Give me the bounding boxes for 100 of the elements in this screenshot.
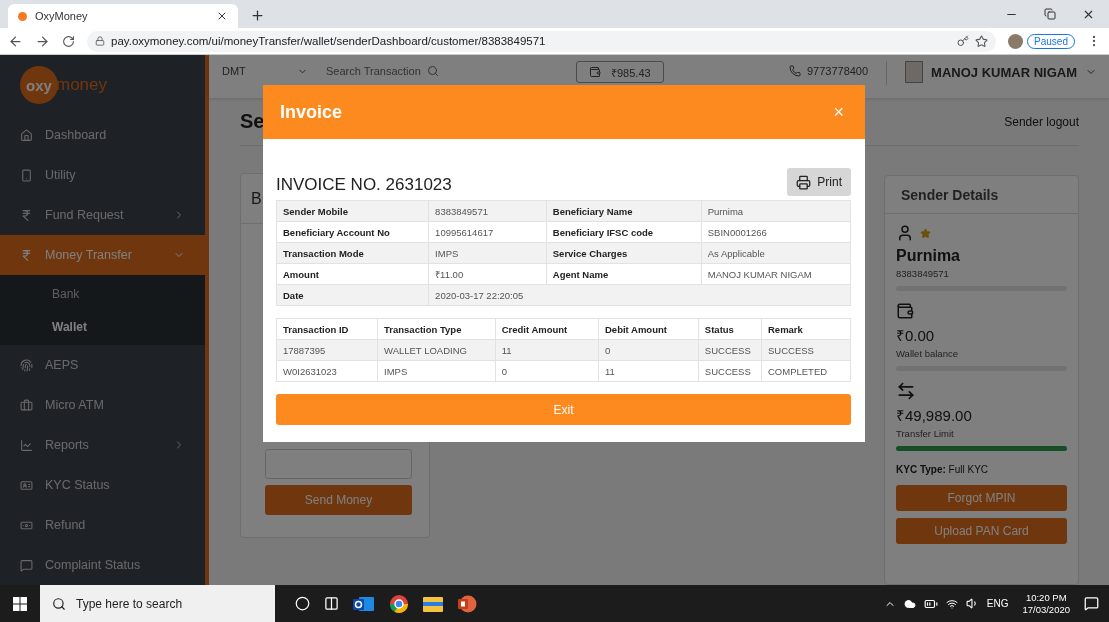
table-cell: 11 [495,339,599,361]
action-button[interactable]: Forgot MPIN [896,485,1067,511]
wallet-amount: ₹0.00 [896,326,936,345]
fingerprint-icon [20,358,33,372]
field-value: 10995614617 [428,221,547,243]
table-cell: SUCCESS [698,339,762,361]
action-button[interactable]: Upload PAN Card [896,518,1067,544]
limit-label: Transfer Limit [896,428,955,439]
column-header: Transaction ID [276,318,378,340]
sender-name: Purnima [896,247,961,265]
sidebar-item[interactable]: Complaint Status [0,545,205,585]
sidebar-item[interactable]: Dashboard [0,115,205,155]
sidebar-item[interactable]: AEPS [0,345,205,385]
url-text: pay.oxymoney.com/ui/moneyTransfer/wallet/senderDashboard/customer/8383849571 [111,35,547,47]
field-label: Sender Mobile [276,200,429,222]
sidebar-item[interactable]: Micro ATM [0,385,205,425]
slides-app-icon[interactable] [457,593,477,614]
chart-icon [20,438,33,452]
rupee-icon [20,208,33,222]
field-label: Beneficiary Name [546,200,702,222]
windows-icon[interactable] [13,596,27,611]
address-bar[interactable]: pay.oxymoney.com/ui/moneyTransfer/wallet/senderDashboard/customer/8383849571 [87,30,997,52]
back-icon[interactable] [8,33,23,49]
exit-button[interactable]: Exit [276,394,851,425]
taskbar-search-field[interactable]: Type here to search [40,585,275,622]
table-cell: 0 [495,360,599,382]
new-tab-icon[interactable] [250,8,265,23]
dialog-title: Invoice [280,101,343,123]
browser-app-icon[interactable] [389,593,409,614]
home-icon [20,128,33,142]
service-select[interactable]: DMT [222,61,308,81]
table-cell: WALLET LOADING [377,339,496,361]
field-label: Beneficiary Account No [276,221,429,243]
language-indicator[interactable]: ENG [986,598,1009,609]
submenu-item[interactable]: Wallet [0,310,205,343]
sidebar-item[interactable]: Utility [0,155,205,195]
field-value: ₹11.00 [428,263,547,285]
field-value: IMPS [428,242,547,264]
wallet-label: Wallet balance [896,348,959,359]
print-button[interactable]: Print [787,168,851,196]
favicon [18,11,27,21]
close-icon[interactable] [216,10,228,22]
phone-icon [788,65,801,77]
wifi-icon[interactable] [945,597,958,610]
transfer-arrows-icon [896,381,916,401]
field-label: Service Charges [546,242,702,264]
logout-link[interactable]: Sender logout [1004,114,1079,129]
key-icon[interactable] [957,35,970,47]
notifications-icon[interactable] [1084,596,1099,611]
sidebar-item[interactable]: Money Transfer [0,235,205,275]
field-label: Date [276,284,429,306]
input-field[interactable] [265,449,412,479]
wallet-icon [896,302,914,320]
cloud-icon[interactable] [903,597,916,610]
field-value: 2020-03-17 22:20:05 [428,284,851,306]
send-money-button[interactable]: Send Money [265,485,412,515]
close-button[interactable]: × [829,101,848,123]
logo-text: money [56,75,108,95]
submenu-item[interactable]: Bank [0,277,205,310]
sidebar-item[interactable]: KYC Status [0,465,205,505]
profile-avatar[interactable] [1008,33,1024,49]
task-view-icon[interactable] [324,596,339,611]
column-header: Remark [761,318,851,340]
table-cell: IMPS [377,360,496,382]
reload-icon[interactable] [62,34,75,48]
avatar-silhouette [905,61,924,83]
field-label: Amount [276,263,429,285]
chat-icon [20,558,33,572]
field-value: SBIN0001266 [701,221,851,243]
search-icon [52,596,66,611]
cortana-icon[interactable] [295,596,310,611]
table-cell: 11 [598,360,699,382]
wallet-icon [589,66,601,78]
user-name[interactable]: MANOJ KUMAR NIGAM [931,64,1077,80]
lock-icon [95,36,105,46]
column-header: Transaction Type [377,318,496,340]
balance-amount: ₹985.43 [611,65,651,80]
briefcase-icon [20,398,33,412]
table-cell: W0I2631023 [276,360,378,382]
clock[interactable]: 10:20 PM 17/03/2020 [1022,591,1070,616]
sidebar-item[interactable]: Refund [0,505,205,545]
volume-icon[interactable] [965,597,979,610]
rupee-icon [20,248,33,262]
sidebar-item[interactable]: Reports [0,425,205,465]
sidebar-item[interactable]: Fund Request [0,195,205,235]
phone-icon [20,168,33,182]
column-header: Status [698,318,762,340]
search-field[interactable]: Search Transaction [326,61,546,81]
table-cell: SUCCESS [698,360,762,382]
forward-icon[interactable] [35,33,50,49]
star-icon [920,227,931,239]
browser-tab[interactable]: OxyMoney [8,4,238,28]
field-value: Purnima [701,200,851,222]
star-icon[interactable] [975,34,989,48]
table-cell: COMPLETED [761,360,851,382]
column-header: Credit Amount [495,318,599,340]
folder-icon[interactable] [423,594,443,613]
restore-icon[interactable] [1044,7,1056,20]
table-cell: 17887395 [276,339,378,361]
sender-mobile: 8383849571 [896,268,950,279]
